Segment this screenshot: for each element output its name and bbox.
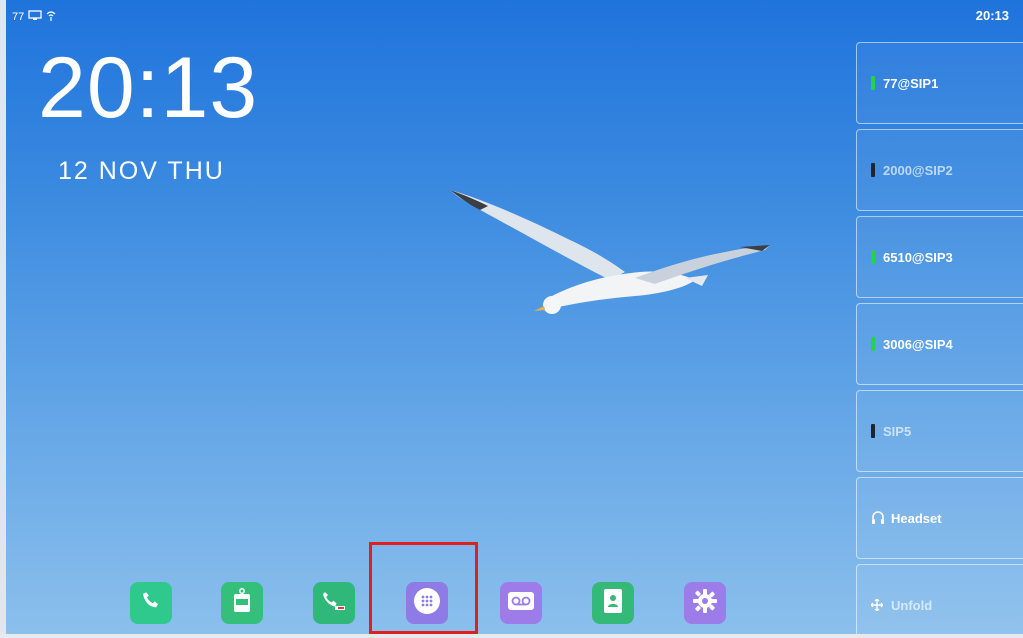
contacts-icon [602,588,624,619]
account-number: 77 [12,11,25,23]
network-icon [28,10,42,24]
settings-app-button[interactable] [684,582,726,624]
account-line-4[interactable]: 3006@SIP4 [856,303,1023,385]
settings-gear-icon [692,588,718,619]
account-line-5[interactable]: SIP5 [856,390,1023,472]
unfold-label: Unfold [891,597,933,613]
account-status-indicator [871,424,875,438]
account-status-indicator [871,337,875,351]
voicemail-icon [507,591,535,616]
status-time: 20:13 [975,8,1009,23]
headset-button[interactable]: Headset [856,477,1023,559]
sms-app-button[interactable] [221,582,263,624]
sms-icon [231,587,253,619]
call-log-icon [321,589,347,618]
clock-date: 12 NOV THU [58,157,225,185]
phone-icon [140,590,162,617]
account-line-2[interactable]: 2000@SIP2 [856,129,1023,211]
contacts-app-button[interactable] [592,582,634,624]
unfold-icon [871,599,883,611]
account-status-indicator [871,76,875,90]
account-label: SIP5 [883,423,912,439]
phone-app-button[interactable] [130,582,172,624]
account-label: 6510@SIP3 [883,249,953,265]
voicemail-app-button[interactable] [500,582,542,624]
account-line-3[interactable]: 6510@SIP3 [856,216,1023,298]
status-bar: 77 20:13 [12,8,1013,24]
clock-time: 20:13 [38,40,259,136]
call-log-app-button[interactable] [313,582,355,624]
account-label: 77@SIP1 [883,75,939,91]
left-border [0,0,6,638]
account-label: 2000@SIP2 [883,162,953,178]
account-line-1[interactable]: 77@SIP1 [856,42,1023,124]
wallpaper-seagull [450,190,770,314]
headset-icon [871,511,885,525]
account-status-indicator [871,163,875,177]
apps-highlight-box [369,542,478,634]
account-panel: 77@SIP1 2000@SIP2 6510@SIP3 3006@SIP4 SI… [856,42,1023,638]
account-status-indicator [871,250,875,264]
home-screen: 77 20:13 20:13 12 NOV THU 77@SIP1 2000@S… [0,0,1023,638]
headset-label: Headset [891,510,942,526]
unfold-button[interactable]: Unfold [856,564,1023,638]
account-label: 3006@SIP4 [883,336,953,352]
wifi-icon [46,10,56,24]
bottom-border [0,634,1023,638]
